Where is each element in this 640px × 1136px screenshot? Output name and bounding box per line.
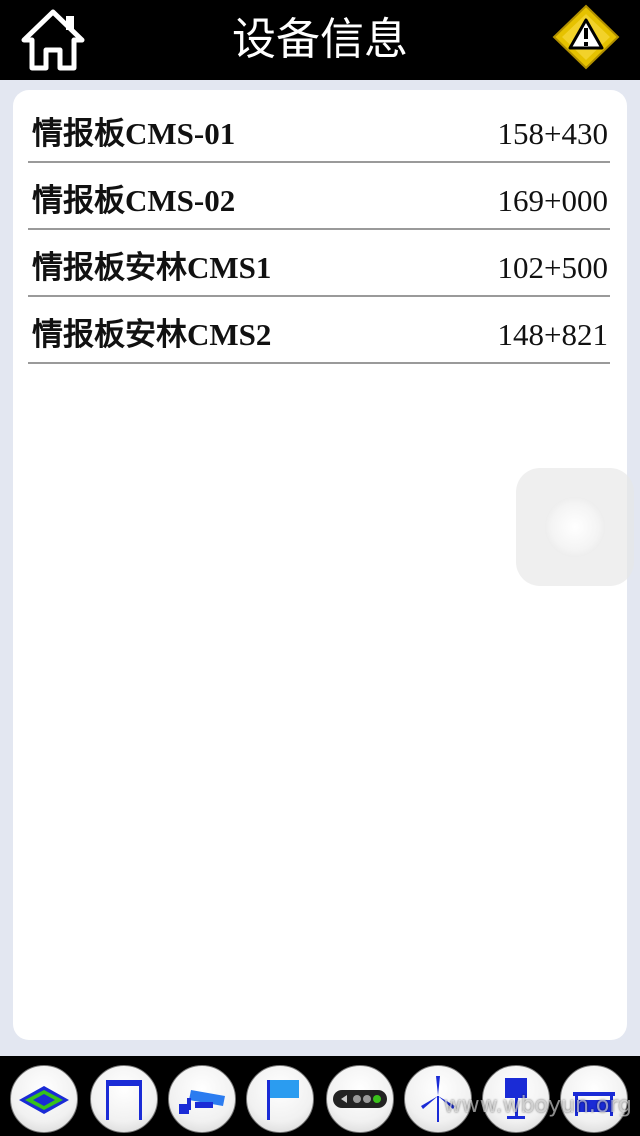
camera-icon — [179, 1090, 225, 1114]
camera-button[interactable] — [168, 1065, 236, 1133]
device-name: 情报板CMS-02 — [32, 183, 236, 218]
assistive-touch-button[interactable] — [516, 468, 634, 586]
gantry-button[interactable] — [90, 1065, 158, 1133]
device-stake: 148+821 — [497, 317, 608, 352]
list-item[interactable]: 情报板安林CMS1 102+500 — [28, 230, 610, 297]
page-title: 设备信息 — [232, 14, 408, 65]
warning-button[interactable] — [552, 4, 620, 70]
device-name: 情报板安林CMS1 — [32, 250, 272, 285]
top-bar: 设备信息 — [0, 0, 640, 80]
device-name: 情报板安林CMS2 — [32, 317, 272, 352]
warning-icon — [552, 4, 620, 70]
device-list: 情报板CMS-01 158+430 情报板CMS-02 169+000 情报板安… — [28, 96, 610, 364]
traffic-light-icon — [333, 1090, 387, 1108]
layers-button[interactable] — [10, 1065, 78, 1133]
assistive-touch-icon — [545, 497, 605, 557]
device-stake: 158+430 — [497, 116, 608, 151]
flag-icon — [267, 1080, 299, 1120]
watermark-text: www.wboyun.org — [443, 1093, 632, 1118]
device-stake: 169+000 — [497, 183, 608, 218]
layers-icon — [19, 1086, 69, 1114]
list-item[interactable]: 情报板安林CMS2 148+821 — [28, 297, 610, 364]
list-item[interactable]: 情报板CMS-01 158+430 — [28, 96, 610, 163]
list-item[interactable]: 情报板CMS-02 169+000 — [28, 163, 610, 230]
traffic-light-button[interactable] — [326, 1065, 394, 1133]
device-stake: 102+500 — [497, 250, 608, 285]
gantry-icon — [106, 1080, 142, 1120]
device-name: 情报板CMS-01 — [32, 116, 236, 151]
flag-button[interactable] — [246, 1065, 314, 1133]
